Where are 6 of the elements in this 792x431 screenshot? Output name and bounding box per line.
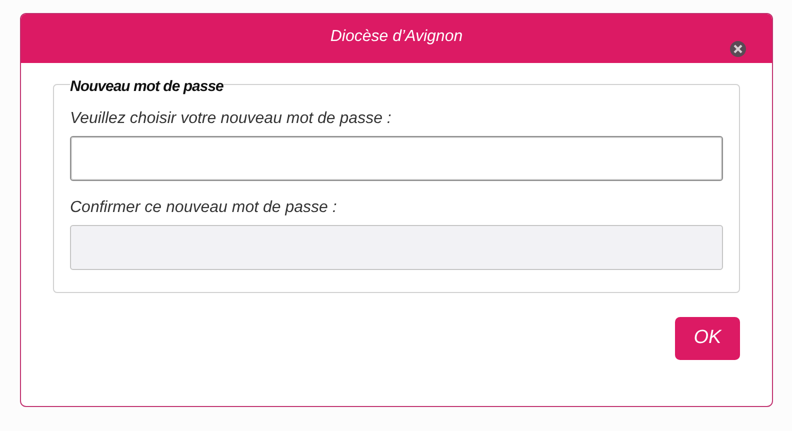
window-title: Diocèse d’Avignon (330, 27, 463, 47)
field-label: Confirmer ce nouveau mot de passe : (70, 198, 338, 218)
password-field[interactable] (70, 136, 723, 181)
ok-button[interactable]: OK (675, 317, 740, 360)
field-label: Veuillez choisir votre nouveau mot de passe : (70, 109, 392, 129)
close-icon[interactable] (729, 40, 747, 58)
